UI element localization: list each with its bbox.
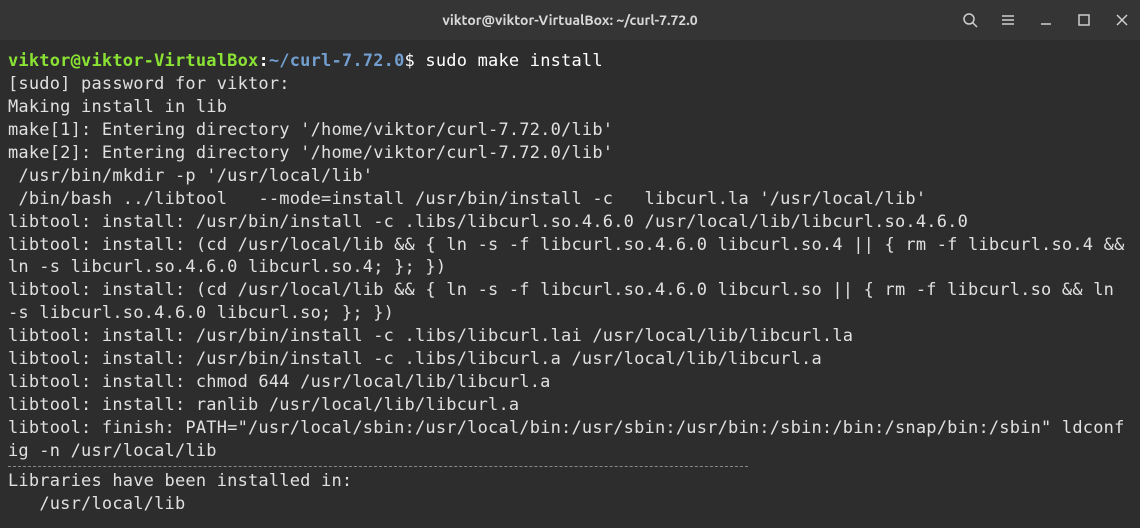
window-title: viktor@viktor-VirtualBox: ~/curl-7.72.0 (442, 12, 697, 28)
terminal-area[interactable]: viktor@viktor-VirtualBox:~/curl-7.72.0$ … (0, 40, 1140, 524)
command-text: sudo make install (425, 51, 602, 71)
output-line: libtool: install: ranlib /usr/local/lib/… (8, 395, 519, 415)
output-line: libtool: install: (cd /usr/local/lib && … (8, 235, 1135, 278)
output-line: [sudo] password for viktor: (8, 74, 290, 94)
output-line: Making install in lib (8, 97, 227, 117)
minimize-icon[interactable] (1036, 10, 1056, 30)
footer-line: /usr/local/lib (8, 494, 185, 514)
output-line: libtool: install: (cd /usr/local/lib && … (8, 280, 1125, 323)
close-icon[interactable] (1112, 10, 1132, 30)
search-icon[interactable] (960, 10, 980, 30)
output-line: make[1]: Entering directory '/home/vikto… (8, 120, 613, 140)
prompt-path: ~/curl-7.72.0 (269, 51, 405, 71)
maximize-icon[interactable] (1074, 10, 1094, 30)
output-line: libtool: install: chmod 644 /usr/local/l… (8, 372, 551, 392)
output-line: libtool: install: /usr/bin/install -c .l… (8, 326, 853, 346)
window-titlebar: viktor@viktor-VirtualBox: ~/curl-7.72.0 (0, 0, 1140, 40)
separator-line (8, 466, 748, 467)
output-line: libtool: install: /usr/bin/install -c .l… (8, 349, 822, 369)
menu-icon[interactable] (998, 10, 1018, 30)
output-line: libtool: finish: PATH="/usr/local/sbin:/… (8, 418, 1125, 461)
window-controls (960, 0, 1132, 40)
output-line: /usr/bin/mkdir -p '/usr/local/lib' (8, 166, 373, 186)
prompt-dollar: $ (405, 51, 426, 71)
prompt-user-host: viktor@viktor-VirtualBox (8, 51, 258, 71)
output-line: make[2]: Entering directory '/home/vikto… (8, 143, 613, 163)
output-line: libtool: install: /usr/bin/install -c .l… (8, 212, 968, 232)
footer-line: Libraries have been installed in: (8, 471, 352, 491)
output-line: /bin/bash ../libtool --mode=install /usr… (8, 189, 926, 209)
prompt-separator: : (258, 51, 268, 71)
